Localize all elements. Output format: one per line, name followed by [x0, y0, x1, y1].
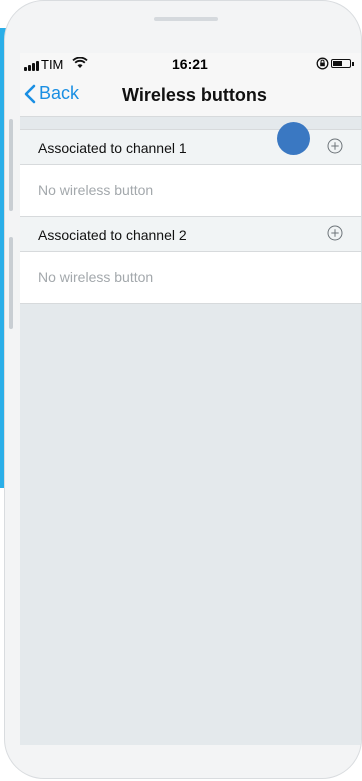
add-circle-icon[interactable] — [327, 225, 343, 241]
phone-speaker — [154, 17, 218, 21]
back-label: Back — [39, 83, 80, 103]
volume-button — [9, 119, 13, 211]
empty-state-text: No wireless button — [38, 182, 154, 198]
list-item-empty: No wireless button — [20, 165, 361, 216]
page-title: Wireless buttons — [122, 85, 267, 105]
status-bar: TIM 16:21 — [20, 53, 361, 75]
list-item-empty: No wireless button — [20, 252, 361, 304]
chevron-left-icon — [24, 84, 36, 103]
section-header-label: Associated to channel 2 — [38, 227, 187, 243]
section-header-channel-1: Associated to channel 1 — [20, 129, 361, 165]
volume-button — [9, 237, 13, 329]
battery-icon — [331, 59, 354, 68]
clock: 16:21 — [172, 56, 208, 72]
phone-frame: TIM 16:21 Back Wireless buttons Associat… — [4, 0, 362, 779]
carrier-name: TIM — [41, 57, 64, 72]
navigation-bar: Back Wireless buttons — [20, 75, 361, 117]
app-screen: TIM 16:21 Back Wireless buttons Associat… — [20, 53, 361, 745]
wifi-icon — [72, 56, 88, 72]
section-header-label: Associated to channel 1 — [38, 140, 187, 156]
touch-indicator — [277, 122, 310, 155]
signal-icon — [24, 61, 39, 71]
add-circle-icon[interactable] — [327, 138, 343, 154]
rotation-lock-icon — [316, 57, 329, 73]
back-button[interactable]: Back — [24, 83, 79, 104]
empty-state-text: No wireless button — [38, 269, 154, 285]
section-header-channel-2: Associated to channel 2 — [20, 216, 361, 252]
